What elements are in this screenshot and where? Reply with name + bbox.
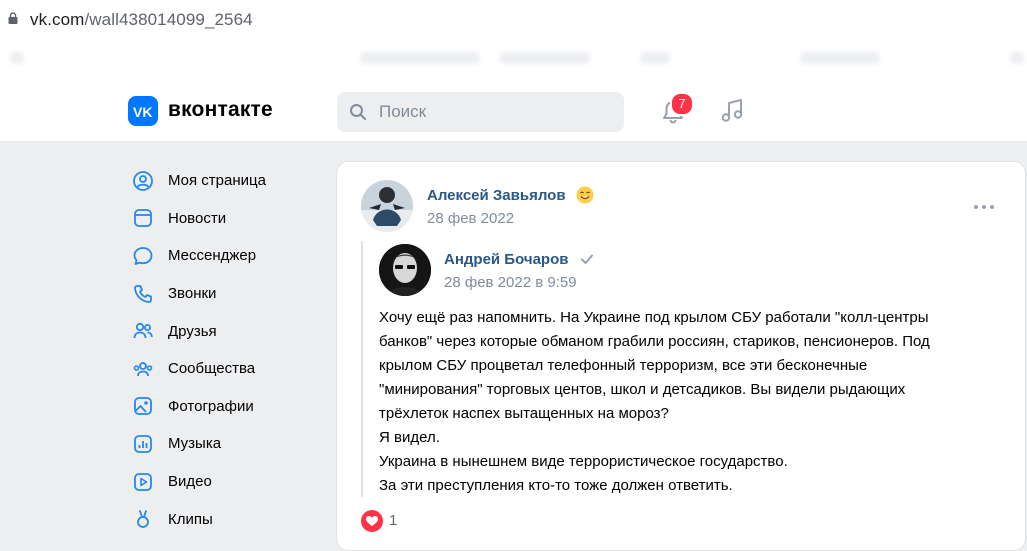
music-icon xyxy=(134,435,152,453)
like-count: 1 xyxy=(389,512,398,529)
vk-logo-text[interactable]: вконтакте xyxy=(168,98,273,122)
lock-icon xyxy=(8,12,18,24)
notifications-badge: 7 xyxy=(670,92,694,116)
message-icon xyxy=(133,247,153,265)
svg-text:VK: VK xyxy=(133,104,152,120)
sidebar-item-messenger[interactable]: Мессенджер xyxy=(128,237,328,275)
sidebar-item-video[interactable]: Видео xyxy=(128,463,328,501)
news-icon xyxy=(134,209,152,228)
repost-author-name[interactable]: Андрей Бочаров xyxy=(444,251,568,268)
sidebar-item-label: Музыка xyxy=(168,435,222,453)
photos-icon xyxy=(134,397,152,416)
sidebar-item-clips[interactable]: Клипы xyxy=(128,500,328,538)
url-domain: vk.com xyxy=(30,10,85,29)
repost-date[interactable]: 28 фев 2022 в 9:59 xyxy=(444,274,577,291)
post-text-line: крылом СБУ процветал телефонный террориз… xyxy=(379,357,868,374)
post-text-line: За эти преступления кто-то тоже должен о… xyxy=(379,477,733,494)
like-heart-icon[interactable] xyxy=(360,510,384,532)
post-date[interactable]: 28 фев 2022 xyxy=(427,210,514,227)
communities-icon xyxy=(133,361,153,376)
sidebar-item-label: Моя страница xyxy=(168,172,266,190)
sidebar-item-label: Новости xyxy=(168,209,227,227)
sidebar-item-label: Видео xyxy=(168,473,212,491)
post-text-line: Украина в нынешнем виде террористическое… xyxy=(379,453,788,470)
left-sidebar: Моя страница Новости Мессенджер Звонки Д… xyxy=(128,162,328,538)
sidebar-item-label: Друзья xyxy=(168,322,217,340)
vk-logo-icon[interactable]: VK xyxy=(128,96,158,126)
user-circle-icon xyxy=(133,170,153,191)
sidebar-item-label: Клипы xyxy=(168,510,213,528)
post-text-line: "минирования" торговых центов, школ и де… xyxy=(379,381,906,398)
author-avatar[interactable] xyxy=(361,180,413,232)
sidebar-item-label: Сообщества xyxy=(168,360,256,378)
sidebar-item-my-page[interactable]: Моя страница xyxy=(128,162,328,200)
search-input[interactable] xyxy=(377,101,601,123)
verified-check-icon xyxy=(581,254,593,264)
phone-icon xyxy=(134,284,152,303)
sidebar-item-calls[interactable]: Звонки xyxy=(128,275,328,313)
sidebar-item-friends[interactable]: Друзья xyxy=(128,312,328,350)
post-text-line: банков" через которые обманом грабили ро… xyxy=(379,333,930,350)
post-text-line: трёхлеток наспех вытащенных на мороз? xyxy=(379,405,669,422)
post-text-line: Хочу ещё раз напомнить. На Украине под к… xyxy=(379,309,929,326)
video-icon xyxy=(134,472,152,491)
music-player-icon[interactable] xyxy=(718,97,746,125)
sidebar-item-label: Фотографии xyxy=(168,397,254,415)
search-box[interactable] xyxy=(337,92,624,132)
search-icon xyxy=(350,104,366,120)
repost-author-avatar[interactable] xyxy=(379,244,431,296)
browser-address-bar[interactable]: vk.com/wall438014099_2564 xyxy=(0,0,1027,39)
url-path: /wall438014099_2564 xyxy=(84,10,253,29)
url-text[interactable]: vk.com/wall438014099_2564 xyxy=(30,10,253,30)
sidebar-item-label: Мессенджер xyxy=(168,247,257,265)
post-text: Хочу ещё раз напомнить. На Украине под к… xyxy=(379,306,999,498)
repost-divider xyxy=(361,241,363,497)
sidebar-item-label: Звонки xyxy=(168,285,217,303)
clips-icon xyxy=(137,510,149,529)
sidebar-item-communities[interactable]: Сообщества xyxy=(128,350,328,388)
bookmarks-bar xyxy=(0,38,1027,82)
smile-emoji-icon xyxy=(576,186,594,204)
post-text-line: Я видел. xyxy=(379,429,440,446)
sidebar-item-music[interactable]: Музыка xyxy=(128,425,328,463)
more-options-icon[interactable] xyxy=(972,203,996,211)
friends-icon xyxy=(133,323,153,339)
sidebar-item-photos[interactable]: Фотографии xyxy=(128,388,328,426)
sidebar-item-news[interactable]: Новости xyxy=(128,200,328,238)
post-author-name[interactable]: Алексей Завьялов xyxy=(427,187,566,204)
